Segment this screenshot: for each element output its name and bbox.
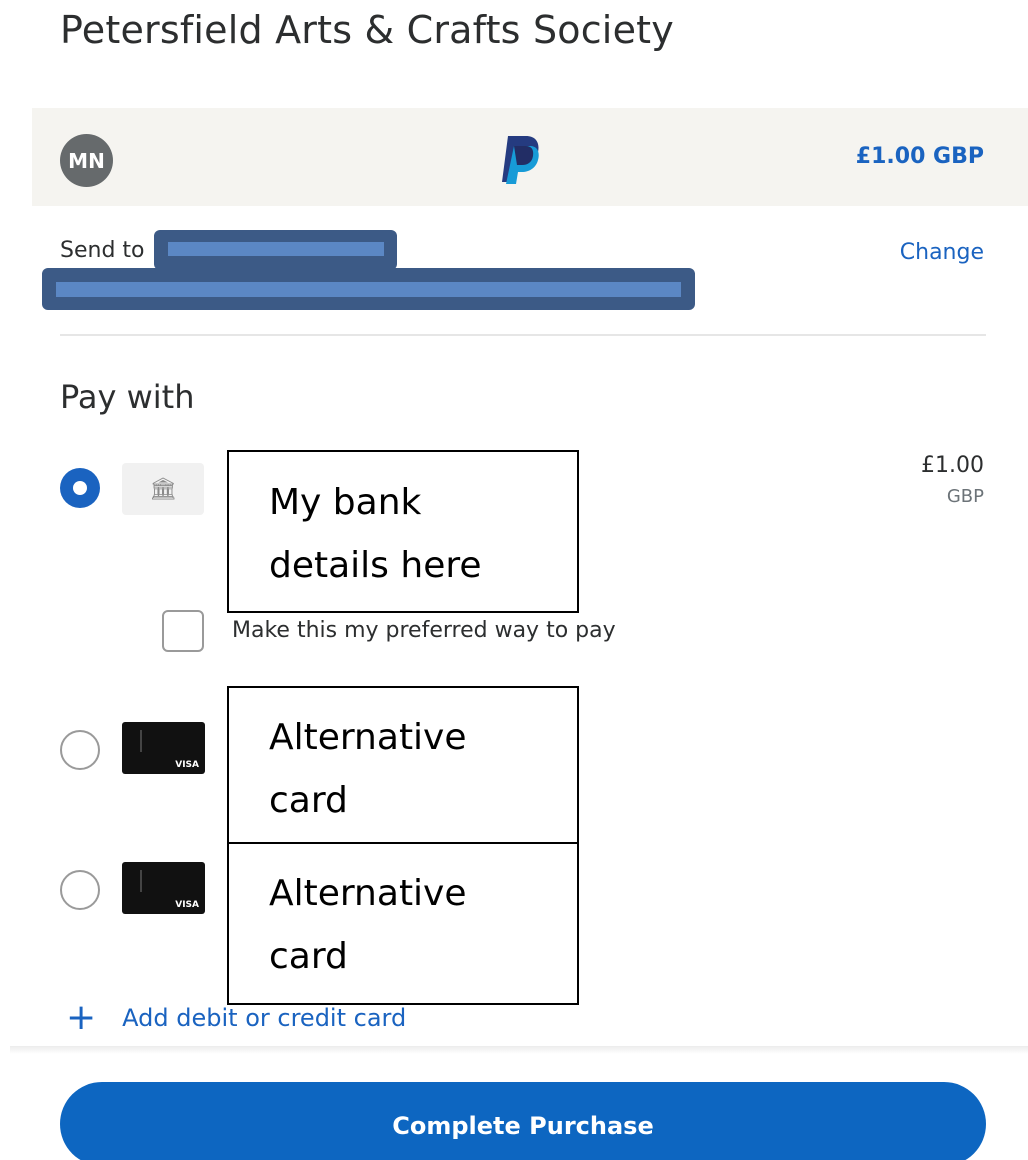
paypal-logo-icon bbox=[502, 136, 539, 184]
payment-option-card-2-radio[interactable] bbox=[60, 870, 100, 910]
add-card-link[interactable]: + Add debit or credit card bbox=[66, 997, 407, 1038]
card-1-label-line1: Alternative bbox=[269, 717, 467, 758]
card-brand: VISA bbox=[175, 900, 199, 910]
card-brand: VISA bbox=[175, 760, 199, 770]
order-summary-bar: MN £1.00 GBP bbox=[32, 108, 1028, 206]
plus-icon: + bbox=[66, 997, 97, 1038]
redacted-name bbox=[154, 230, 397, 270]
complete-purchase-button[interactable]: Complete Purchase bbox=[60, 1082, 986, 1160]
card-2-details-box: Alternative card bbox=[227, 842, 579, 1005]
payment-option-bank-radio[interactable] bbox=[60, 468, 100, 508]
payment-option-card-1-radio[interactable] bbox=[60, 730, 100, 770]
pay-with-heading: Pay with bbox=[60, 378, 195, 416]
bank-icon: 🏛 bbox=[122, 463, 204, 515]
card-2-label-line1: Alternative bbox=[269, 873, 467, 914]
bank-details-box: My bank details here bbox=[227, 450, 579, 613]
footer-divider bbox=[10, 1046, 1028, 1054]
add-card-label: Add debit or credit card bbox=[122, 1004, 407, 1032]
avatar[interactable]: MN bbox=[60, 134, 113, 187]
card-1-details-box: Alternative card bbox=[227, 686, 579, 844]
card-2-label-line2: card bbox=[269, 936, 348, 977]
bank-amount-currency: GBP bbox=[946, 486, 984, 507]
bank-label-line1: My bank bbox=[269, 482, 422, 523]
preferred-payment-checkbox[interactable] bbox=[162, 610, 204, 652]
send-to-label: Send to bbox=[60, 238, 145, 263]
bank-amount-value: £1.00 bbox=[921, 453, 984, 478]
bank-amount: £1.00 GBP bbox=[921, 453, 984, 507]
redacted-address bbox=[42, 268, 695, 310]
merchant-title: Petersfield Arts & Crafts Society bbox=[60, 8, 674, 52]
change-address-link[interactable]: Change bbox=[900, 240, 984, 265]
total-amount: £1.00 GBP bbox=[855, 144, 984, 169]
card-1-label-line2: card bbox=[269, 780, 348, 821]
preferred-payment-label[interactable]: Make this my preferred way to pay bbox=[232, 618, 616, 643]
section-divider bbox=[60, 334, 986, 336]
visa-card-icon: VISA bbox=[122, 722, 205, 774]
bank-label-line2: details here bbox=[269, 545, 482, 586]
visa-card-icon: VISA bbox=[122, 862, 205, 914]
